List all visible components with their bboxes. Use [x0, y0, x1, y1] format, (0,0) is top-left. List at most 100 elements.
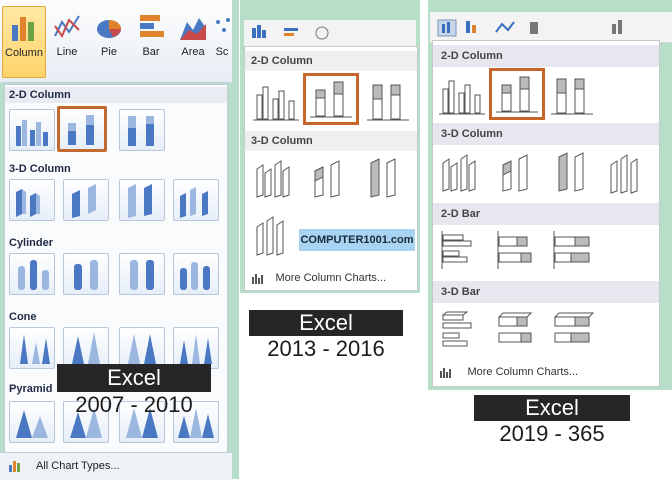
- 3d-percent-column-2013[interactable]: [361, 155, 411, 201]
- more-charts-icon: [252, 273, 263, 284]
- column-gallery-2013: 2-D Column 3-D Column COMPUTER1001.com M…: [244, 46, 418, 291]
- percent-stacked-column-2019[interactable]: [547, 71, 597, 117]
- cylinder-percent[interactable]: [119, 253, 165, 295]
- 3d-clustered-bar-2019[interactable]: [437, 307, 487, 353]
- area-chart-button[interactable]: Area: [172, 6, 214, 76]
- cone-3d[interactable]: [173, 327, 219, 369]
- 3d-stacked-bar-2019[interactable]: [493, 307, 543, 353]
- ribbon-icons-2013: [252, 25, 329, 40]
- stacked-column-icon: [68, 115, 94, 145]
- 3d-stacked-outline-icon: [314, 160, 340, 198]
- excel-2019-panel: 2-D Column 3-D Column 2-D Bar 3-D Bar Mo…: [428, 0, 672, 390]
- bar-chart-label: Bar: [142, 46, 160, 58]
- clustered-column-outline-icon: [253, 86, 299, 121]
- caption-excel-2013: Excel: [249, 310, 403, 336]
- scatter-chart-button[interactable]: Sc: [212, 6, 232, 76]
- chart-types-icon: [9, 461, 20, 472]
- cylinder-percent-icon: [130, 260, 154, 290]
- 3d-column-2019[interactable]: [605, 149, 655, 195]
- pyramid-clustered[interactable]: [9, 401, 55, 443]
- more-column-charts-link-2013[interactable]: More Column Charts...: [251, 269, 386, 287]
- more-column-charts-label-2019: More Column Charts...: [467, 365, 579, 378]
- section-3d-bar-2019: 3-D Bar: [433, 281, 659, 303]
- 3d-percent-bar-2019[interactable]: [549, 307, 599, 353]
- stacked-bar-2019[interactable]: [493, 229, 543, 275]
- section-2d-bar-2019: 2-D Bar: [433, 203, 659, 225]
- caption-excel-2019: Excel: [474, 395, 630, 421]
- clustered-column-2d[interactable]: [9, 109, 55, 151]
- section-3d-column: 3-D Column: [9, 163, 71, 175]
- percent-column-2019-icon: [551, 78, 593, 115]
- pie-chart-label: Pie: [101, 46, 117, 58]
- 3d-stacked-column[interactable]: [63, 179, 109, 221]
- cylinder-icon: [18, 260, 49, 290]
- 3d-column[interactable]: [173, 179, 219, 221]
- section-2d-column-2013: 2-D Column: [245, 51, 417, 71]
- section-2d-column-2019: 2-D Column: [433, 45, 659, 67]
- stacked-column-2013[interactable]: [303, 73, 359, 125]
- ribbon-strip-2013: [244, 20, 416, 47]
- line-chart-button[interactable]: Line: [46, 6, 88, 76]
- 3d-column-2013[interactable]: [251, 211, 301, 257]
- section-3d-column-2013: 3-D Column: [245, 131, 417, 151]
- 3d-stacked-bar-icon: [497, 312, 533, 343]
- ribbon-strip-2019: [430, 12, 672, 43]
- percent-stacked-column-2013[interactable]: [363, 77, 413, 123]
- 3d-percent-column-2019[interactable]: [549, 149, 599, 195]
- stacked-bar-icon: [497, 231, 532, 269]
- stacked-column-2d[interactable]: [57, 106, 107, 152]
- 3d-percent-outline-icon: [370, 158, 396, 198]
- pie-chart-icon: [97, 20, 121, 38]
- stacked-column-2019[interactable]: [489, 68, 545, 120]
- clustered-bar-2019[interactable]: [437, 229, 487, 275]
- 3d-column-2019-icon: [610, 154, 638, 194]
- clustered-column-2019[interactable]: [437, 71, 487, 117]
- 3d-stacked-column-2013[interactable]: [305, 155, 355, 201]
- caption-excel-2007: Excel: [57, 364, 211, 392]
- bar-chart-icon: [140, 15, 164, 37]
- section-2d-column: 2-D Column: [9, 89, 71, 101]
- 3d-stacked-column-icon: [72, 184, 96, 218]
- cone-icon: [20, 334, 50, 364]
- clustered-column-icon: [16, 120, 48, 146]
- 3d-percent-bar-icon: [553, 312, 595, 343]
- caption-years-2013: 2013 - 2016: [267, 336, 385, 361]
- pie-chart-button[interactable]: Pie: [88, 6, 130, 76]
- bar-chart-button[interactable]: Bar: [130, 6, 172, 76]
- percent-stacked-column-2d[interactable]: [119, 109, 165, 151]
- 3d-column-full-icon: [180, 187, 208, 218]
- 3d-clustered-column[interactable]: [9, 179, 55, 221]
- 3d-percent-column-icon: [128, 184, 152, 218]
- section-cylinder: Cylinder: [9, 237, 54, 249]
- cylinder-stacked-icon: [74, 260, 98, 290]
- area-chart-label: Area: [181, 46, 205, 58]
- 3d-column-outline-icon: [256, 216, 284, 256]
- percent-bar-icon: [553, 231, 590, 269]
- cone-clustered[interactable]: [9, 327, 55, 369]
- 3d-column-icon: [16, 189, 40, 217]
- cylinder-clustered[interactable]: [9, 253, 55, 295]
- 3d-clustered-outline-icon: [256, 160, 290, 198]
- more-column-charts-link-2019[interactable]: More Column Charts...: [439, 363, 578, 381]
- 3d-percent-column[interactable]: [119, 179, 165, 221]
- cone-stacked[interactable]: [63, 327, 109, 369]
- stacked-column-outline-icon: [310, 81, 352, 118]
- column-chart-button[interactable]: Column: [2, 6, 46, 78]
- 3d-clustered-column-2019[interactable]: [437, 149, 487, 195]
- all-chart-types-link[interactable]: All Chart Types...: [0, 452, 232, 480]
- clustered-column-2013[interactable]: [251, 77, 301, 123]
- 3d-stacked-column-2019[interactable]: [493, 149, 543, 195]
- percent-stacked-bar-2019[interactable]: [549, 229, 599, 275]
- cone-3d-icon: [180, 334, 212, 364]
- caption-years-2007: 2007 - 2010: [75, 392, 193, 417]
- clustered-column-2019-icon: [439, 80, 485, 115]
- section-cone: Cone: [9, 311, 37, 323]
- cylinder-stacked[interactable]: [63, 253, 109, 295]
- cylinder-3d-icon: [180, 262, 210, 290]
- cone-percent[interactable]: [119, 327, 165, 369]
- 3d-clustered-column-2013[interactable]: [251, 155, 301, 201]
- cylinder-3d[interactable]: [173, 253, 219, 295]
- ribbon-chart-group: Column Line Pie Bar Area Sc: [0, 0, 232, 83]
- clustered-bar-icon: [441, 231, 472, 269]
- cone-percent-icon: [128, 334, 156, 364]
